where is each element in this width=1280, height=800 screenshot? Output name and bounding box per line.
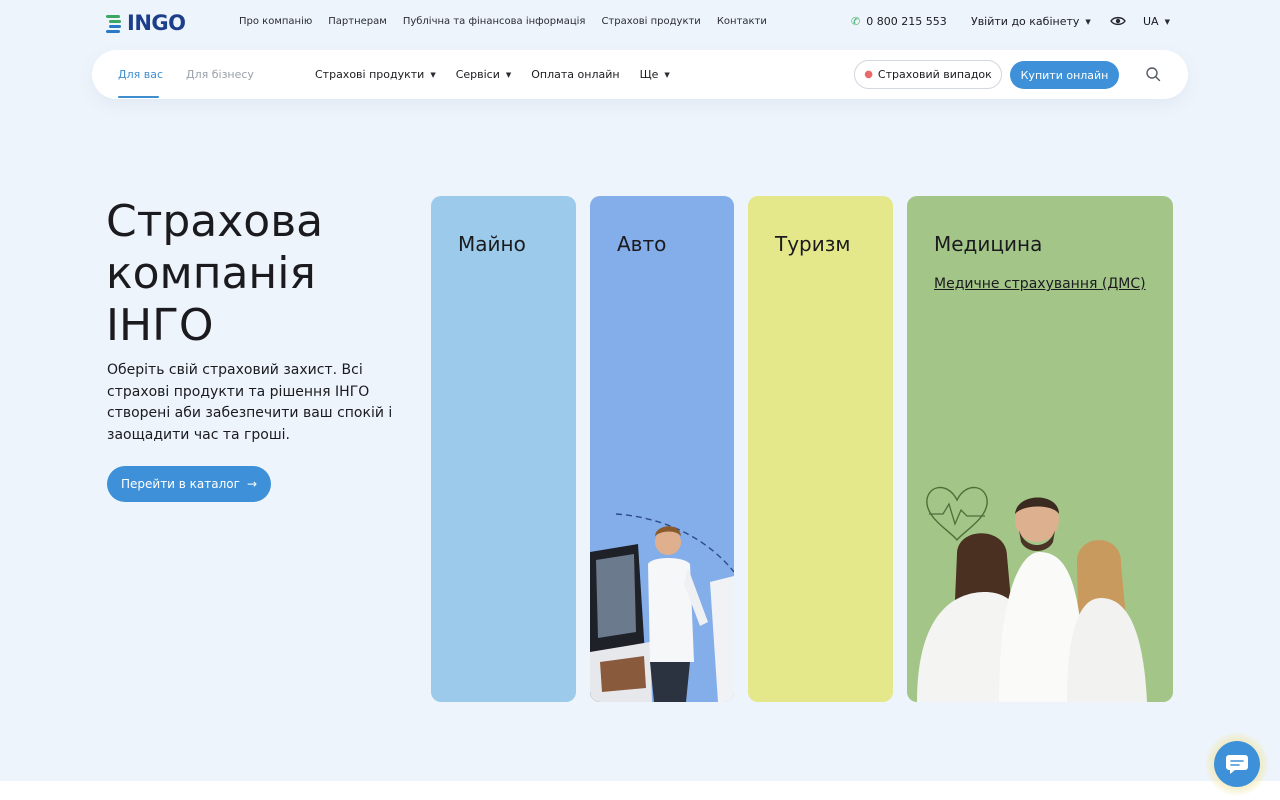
page-bottom: [0, 781, 1280, 800]
product-card-property[interactable]: Майно: [431, 196, 576, 702]
top-links: Про компанію Партнерам Публічна та фінан…: [239, 16, 767, 27]
insurance-case-label: Страховий випадок: [877, 68, 992, 81]
nav-item-label: Оплата онлайн: [531, 68, 620, 81]
tab-for-you[interactable]: Для вас: [118, 68, 163, 81]
driver-photo: [590, 513, 734, 702]
nav-item-more[interactable]: Ще ▼: [640, 68, 670, 81]
caret-down-icon: ▼: [430, 70, 436, 79]
language-selector[interactable]: UA ▼: [1143, 15, 1170, 28]
active-tab-indicator: [118, 96, 159, 98]
top-link-public-info[interactable]: Публічна та фінансова інформація: [403, 16, 586, 27]
product-title: Авто: [617, 232, 667, 256]
title-line: Страхова: [106, 196, 324, 247]
language-label: UA: [1143, 15, 1159, 28]
top-link-contacts[interactable]: Контакти: [717, 16, 767, 27]
caret-down-icon: ▼: [1164, 17, 1170, 26]
nav-item-label: Страхові продукти: [315, 68, 425, 81]
logo-text: INGO: [127, 11, 186, 35]
tab-for-business[interactable]: Для бізнесу: [186, 68, 254, 81]
family-photo: [917, 487, 1147, 702]
nav-menu: Страхові продукти ▼ Сервіси ▼ Оплата онл…: [315, 68, 670, 81]
phone-link[interactable]: ✆ 0 800 215 553: [851, 15, 947, 28]
catalog-button-label: Перейти в каталог: [120, 477, 240, 491]
nav-item-pay-online[interactable]: Оплата онлайн: [531, 68, 619, 81]
nav-item-products[interactable]: Страхові продукти ▼: [315, 68, 436, 81]
eye-icon[interactable]: [1110, 13, 1126, 29]
buy-online-button[interactable]: Купити онлайн: [1010, 61, 1119, 89]
caret-down-icon: ▼: [1085, 17, 1091, 26]
top-link-about[interactable]: Про компанію: [239, 16, 312, 27]
medical-insurance-link[interactable]: Медичне страхування (ДМС): [934, 276, 1146, 292]
product-card-medicine[interactable]: Медицина Медичне страхування (ДМС): [907, 196, 1173, 702]
caret-down-icon: ▼: [664, 70, 670, 79]
product-card-tourism[interactable]: Туризм: [748, 196, 893, 702]
chat-widget[interactable]: [1205, 732, 1269, 796]
catalog-button[interactable]: Перейти в каталог →: [107, 466, 271, 502]
chat-button[interactable]: [1214, 741, 1260, 787]
page-title: Страхова компанія ІНГО: [106, 196, 406, 352]
ingo-logo[interactable]: INGO: [106, 10, 186, 36]
search-icon[interactable]: [1145, 66, 1161, 82]
product-title: Майно: [458, 232, 526, 256]
title-line: ІНГО: [106, 300, 214, 351]
cabinet-label: Увійти до кабінету: [971, 15, 1080, 28]
main-nav: Для вас Для бізнесу Страхові продукти ▼ …: [92, 50, 1188, 99]
nav-item-label: Сервіси: [455, 68, 500, 81]
insurance-case-button[interactable]: ● Страховий випадок: [854, 60, 1002, 89]
top-link-products[interactable]: Страхові продукти: [601, 16, 700, 27]
logo-mark-icon: [106, 13, 124, 33]
title-line: компанія: [106, 248, 316, 299]
product-card-auto[interactable]: Авто: [590, 196, 734, 702]
top-bar: INGO Про компанію Партнерам Публічна та …: [0, 0, 1280, 46]
arrow-right-icon: →: [246, 477, 258, 491]
cabinet-dropdown[interactable]: Увійти до кабінету ▼: [971, 15, 1091, 28]
phone-number: 0 800 215 553: [866, 15, 947, 28]
chat-icon: [1226, 755, 1248, 774]
pin-icon: ●: [864, 69, 873, 80]
product-title: Медицина: [934, 232, 1043, 256]
nav-item-label: Ще: [639, 68, 659, 81]
hero-description: Оберіть свій страховий захист. Всі страх…: [107, 362, 393, 443]
product-title: Туризм: [775, 232, 851, 256]
nav-item-services[interactable]: Сервіси ▼: [456, 68, 512, 81]
caret-down-icon: ▼: [505, 70, 512, 79]
phone-icon: ✆: [851, 15, 861, 28]
top-link-partners[interactable]: Партнерам: [328, 16, 387, 27]
